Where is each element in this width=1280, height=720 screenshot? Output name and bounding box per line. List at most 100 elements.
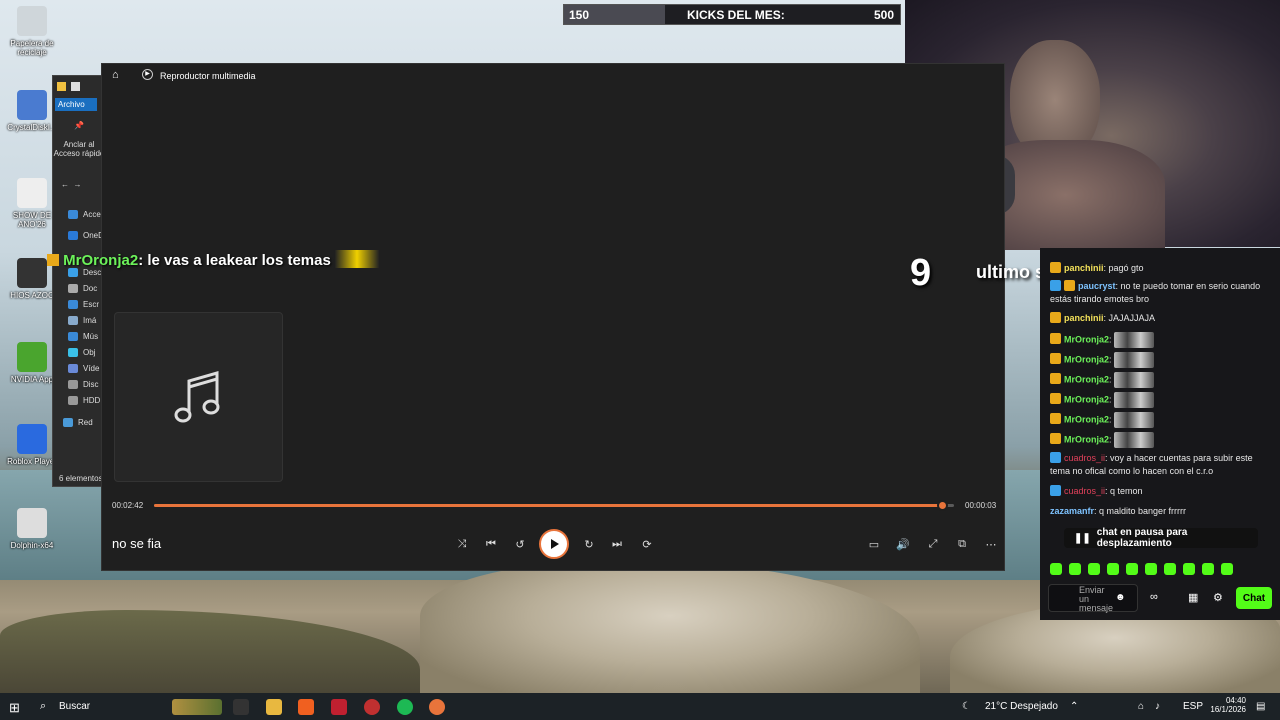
nav-item-1[interactable]: OneD	[53, 231, 105, 241]
seek-bar[interactable]	[154, 500, 954, 511]
app-icon[interactable]	[364, 699, 380, 715]
chat-emote	[1114, 352, 1155, 368]
nav-item-0[interactable]: Acceso	[53, 210, 105, 220]
music-note-icon	[174, 371, 219, 423]
chat-send-button[interactable]: Chat	[1236, 587, 1272, 609]
nav-item-3[interactable]: Doc	[53, 284, 105, 294]
previous-icon[interactable]: ⏮	[481, 534, 501, 554]
emote-icon[interactable]	[1202, 563, 1214, 575]
nav-item-4[interactable]: Escr	[53, 300, 105, 310]
crown-badge-icon	[1050, 393, 1061, 405]
player-app-title: Reproductor multimedia	[160, 71, 256, 81]
emote-icon[interactable]	[1221, 563, 1233, 575]
forward-30-icon[interactable]: ↻	[579, 534, 599, 554]
nav-item-10[interactable]: HDD	[53, 396, 105, 406]
nav-item-11[interactable]: Red	[53, 418, 105, 428]
nav-item-8[interactable]: Víde	[53, 364, 105, 374]
counter-overlay: 9	[910, 252, 932, 294]
emote-icon[interactable]	[1069, 563, 1081, 575]
emote-icon[interactable]	[1145, 563, 1157, 575]
nav-item-7[interactable]: Obj	[53, 348, 105, 358]
weather-moon-icon: ☾	[962, 701, 971, 712]
repeat-icon[interactable]: ⟳	[637, 534, 657, 554]
emote-icon[interactable]	[1164, 563, 1176, 575]
crown-badge-icon	[1050, 433, 1061, 445]
chat-overlay-message: MrOronja2: le vas a leakear los temas	[47, 250, 379, 269]
emoji-icon[interactable]: ☻	[1115, 592, 1126, 603]
crown-badge-icon	[1050, 312, 1061, 323]
emote-icon[interactable]	[1126, 563, 1138, 575]
start-windows-icon[interactable]: ⊞	[9, 700, 20, 716]
recycle-bin-icon[interactable]: Papelera de reciclaje	[0, 6, 64, 57]
fullscreen-icon[interactable]: ⤢	[923, 534, 943, 554]
chat-message: cuadros_ii: q temon	[1050, 485, 1275, 498]
emote-icon[interactable]	[1183, 563, 1195, 575]
dolphin-icon[interactable]: Dolphin-x64	[0, 508, 64, 550]
rewind-10-icon[interactable]: ↺	[510, 534, 530, 554]
more-options-icon[interactable]: ⋯	[981, 534, 1001, 554]
home-icon[interactable]: ⌂	[112, 69, 119, 81]
network-icon[interactable]: ⌂	[1138, 701, 1144, 712]
crown-badge-icon	[1050, 262, 1061, 273]
chat-paused-banner[interactable]: ❚❚ chat en pausa para desplazamiento	[1064, 527, 1258, 549]
pin-label[interactable]: Anclar al Acceso rápido	[53, 140, 105, 158]
chat-emote	[1114, 412, 1155, 428]
explorer-archivo-tab[interactable]: Archivo	[55, 98, 97, 111]
captions-icon[interactable]: ▭	[864, 534, 884, 554]
gift-icon[interactable]: ▦	[1188, 591, 1198, 604]
taskbar-search-label[interactable]: Buscar	[59, 701, 90, 712]
chat-message: MrOronja2:	[1050, 372, 1275, 388]
remaining-time: 00:00:03	[965, 501, 997, 510]
chat-message: MrOronja2:	[1050, 352, 1275, 368]
track-title: no se fia	[112, 536, 162, 551]
chat-message: panchinii: pagó gto	[1050, 262, 1275, 275]
overlay-emote	[335, 250, 379, 268]
emote-icon[interactable]	[1050, 563, 1062, 575]
kicks-goal-bar: 150 KICKS DEL MES: 500	[563, 4, 901, 25]
play-button[interactable]	[539, 529, 569, 559]
notification-icon[interactable]: ▤	[1256, 701, 1265, 712]
overlay-chat-text: : le vas a leakear los temas	[138, 252, 331, 269]
media-player-taskbar-icon[interactable]	[429, 699, 445, 715]
seek-bar-thumb[interactable]	[937, 500, 948, 511]
chat-message: zazamanfr: q maldito banger frrrrr	[1050, 506, 1187, 516]
chat-message: MrOronja2:	[1050, 412, 1275, 428]
spotify-icon[interactable]	[397, 699, 413, 715]
nav-item-5[interactable]: Imá	[53, 316, 105, 326]
settings-icon[interactable]: ⚙	[1213, 591, 1223, 604]
task-view-icon[interactable]	[233, 699, 249, 715]
nav-item-6[interactable]: Mús	[53, 332, 105, 342]
volume-tray-icon[interactable]: ♪	[1155, 701, 1160, 712]
shuffle-icon[interactable]: ⤨	[452, 534, 472, 554]
emote-quick-bar	[1050, 563, 1233, 575]
crown-badge-icon	[1050, 413, 1061, 425]
chat-emote	[1114, 392, 1155, 408]
emote-icon[interactable]	[1088, 563, 1100, 575]
nav-item-9[interactable]: Disc	[53, 380, 105, 390]
obs-icon[interactable]	[331, 699, 347, 715]
explorer-status: 6 elementos	[59, 474, 103, 483]
crown-badge-icon	[1050, 333, 1061, 345]
chat-message: MrOronja2:	[1050, 332, 1275, 348]
crown-badge-icon	[1050, 353, 1061, 365]
language-indicator[interactable]: ESP	[1183, 701, 1203, 712]
nav-back-forward-icon[interactable]: ← →	[53, 180, 105, 189]
player-titlebar: ⌂ ▶ Reproductor multimedia	[102, 64, 1006, 88]
clock[interactable]: 04:40 16/1/2026	[1206, 696, 1246, 714]
tray-expand-icon[interactable]: ⌃	[1070, 701, 1078, 712]
volume-icon[interactable]: 🔊	[893, 534, 913, 554]
bot-badge-icon	[1050, 452, 1061, 463]
search-icon[interactable]: ⌕	[40, 700, 46, 713]
file-explorer-icon[interactable]	[266, 699, 282, 715]
brave-browser-icon[interactable]	[298, 699, 314, 715]
pause-banner-text: chat en pausa para desplazamiento	[1096, 527, 1188, 549]
next-icon[interactable]: ⏭	[607, 534, 627, 554]
channel-points-icon[interactable]: ∞	[1150, 591, 1158, 603]
emote-icon[interactable]	[1107, 563, 1119, 575]
chat-message-input[interactable]: Enviar un mensaje ☻	[1048, 584, 1138, 613]
nav-item-2[interactable]: Desc	[53, 268, 105, 278]
chat-message: panchinii: JAJAJJAJA	[1050, 312, 1275, 325]
pin-icon[interactable]: 📌	[53, 121, 105, 130]
weather-text[interactable]: 21°C Despejado	[985, 701, 1058, 712]
mini-player-icon[interactable]: ⧉	[952, 534, 972, 554]
